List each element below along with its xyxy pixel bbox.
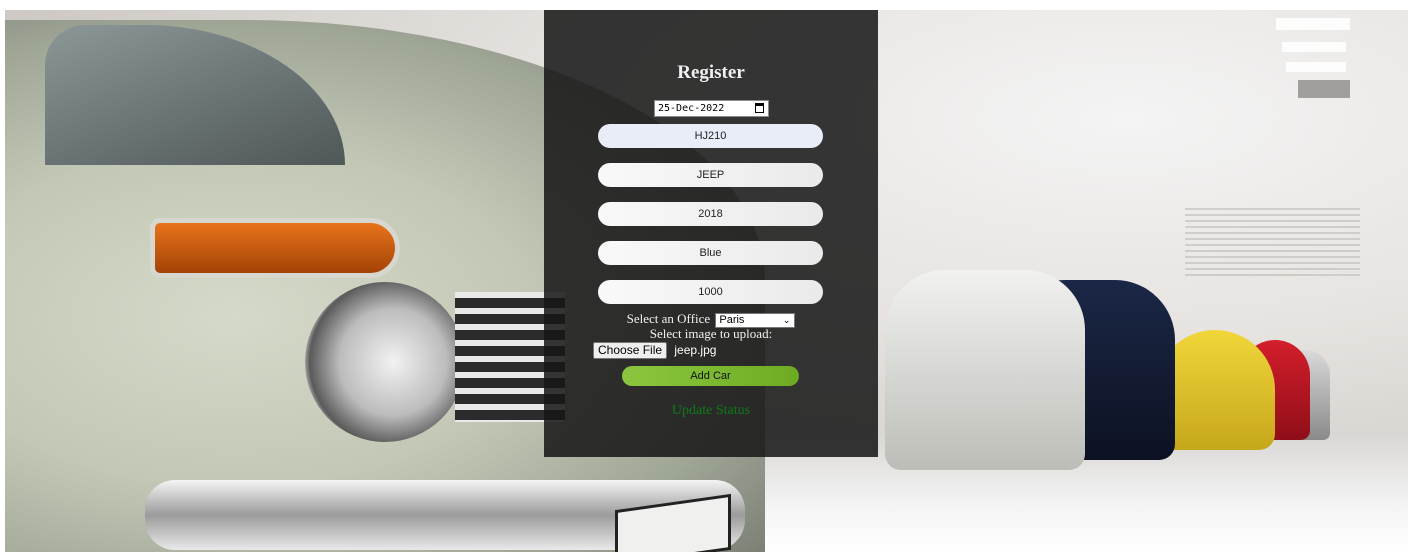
chevron-down-icon: ⌄ xyxy=(782,314,791,325)
front-car-indicator xyxy=(150,218,400,278)
office-label: Select an Office xyxy=(626,311,711,326)
date-value: 25-Dec-2022 xyxy=(658,103,725,114)
add-car-button[interactable]: Add Car xyxy=(622,366,799,386)
file-upload-row: Choose File jeep.jpg xyxy=(593,342,716,359)
year-field[interactable]: 2018 xyxy=(598,202,823,226)
ceiling-lights xyxy=(1276,18,1350,98)
car-white xyxy=(885,270,1085,470)
register-form-panel: Register 25-Dec-2022 HJ210 JEEP 2018 Blu… xyxy=(544,10,878,457)
upload-label: Select image to upload: xyxy=(649,326,773,341)
date-input[interactable]: 25-Dec-2022 xyxy=(654,100,769,117)
wall-sign xyxy=(1185,208,1360,278)
office-selected-value: Paris xyxy=(719,313,745,326)
form-title: Register xyxy=(677,62,745,83)
choose-file-button[interactable]: Choose File xyxy=(593,342,668,359)
plate-number-field[interactable]: HJ210 xyxy=(598,124,823,148)
make-field[interactable]: JEEP xyxy=(598,163,823,187)
color-field[interactable]: Blue xyxy=(598,241,823,265)
calendar-icon[interactable] xyxy=(755,103,764,113)
price-field[interactable]: 1000 xyxy=(598,280,823,304)
update-status-text: Update Status xyxy=(671,403,751,418)
front-car-headlight xyxy=(305,282,465,442)
selected-file-name: jeep.jpg xyxy=(674,343,717,357)
